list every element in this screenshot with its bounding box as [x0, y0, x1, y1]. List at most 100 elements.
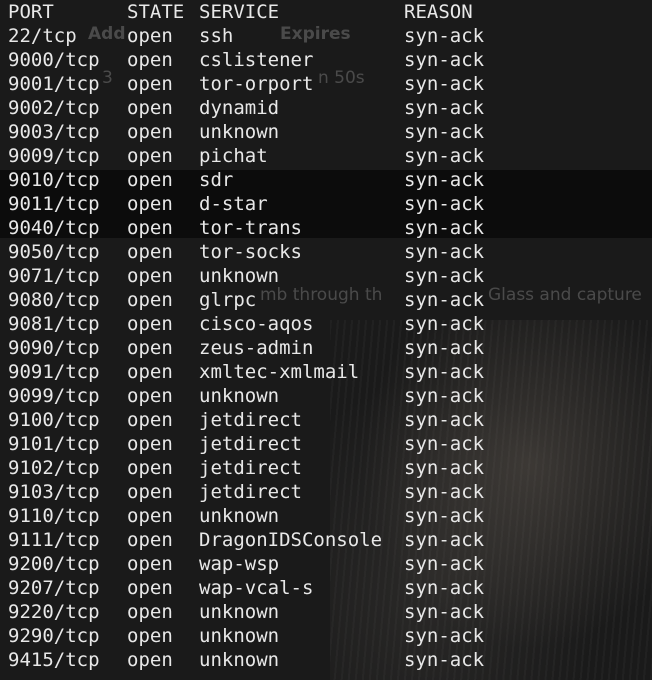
service-cell: tor-orport	[199, 73, 314, 95]
service-cell: unknown	[199, 121, 280, 143]
scan-row: 9103/tcp open jetdirect syn-ack	[0, 480, 652, 504]
reason-cell: syn-ack	[404, 433, 485, 455]
port-cell: 9100/tcp	[8, 409, 100, 431]
port-cell: 9001/tcp	[8, 73, 100, 95]
scan-row: 9110/tcp open unknown syn-ack	[0, 504, 652, 528]
port-cell: 9207/tcp	[8, 577, 100, 599]
state-cell: open	[127, 121, 173, 143]
scan-row: 9200/tcp open wap-wsp syn-ack	[0, 552, 652, 576]
port-cell: 9111/tcp	[8, 529, 100, 551]
scan-row: 9100/tcp open jetdirect syn-ack	[0, 408, 652, 432]
state-cell: open	[127, 265, 173, 287]
reason-cell: syn-ack	[404, 193, 485, 215]
header-reason: REASON	[404, 1, 473, 23]
scan-row: 9009/tcp open pichat syn-ack	[0, 144, 652, 168]
port-cell: 9102/tcp	[8, 457, 100, 479]
service-cell: wap-wsp	[199, 553, 280, 575]
service-cell: dynamid	[199, 97, 280, 119]
port-cell: 9081/tcp	[8, 313, 100, 335]
service-cell: zeus-admin	[199, 337, 314, 359]
reason-cell: syn-ack	[404, 625, 485, 647]
state-cell: open	[127, 601, 173, 623]
port-cell: 9009/tcp	[8, 145, 100, 167]
service-cell: tor-socks	[199, 241, 302, 263]
port-cell: 9003/tcp	[8, 121, 100, 143]
port-cell: 9071/tcp	[8, 265, 100, 287]
reason-cell: syn-ack	[404, 601, 485, 623]
reason-cell: syn-ack	[404, 217, 485, 239]
reason-cell: syn-ack	[404, 97, 485, 119]
terminal-output: PORT STATE SERVICE REASON 22/tcp open ssh s…	[0, 0, 652, 680]
scan-row: 9111/tcp open DragonIDSConsole syn-ack	[0, 528, 652, 552]
service-cell: unknown	[199, 649, 280, 671]
service-cell: wap-vcal-s	[199, 577, 314, 599]
port-cell: 9200/tcp	[8, 553, 100, 575]
state-cell: open	[127, 217, 173, 239]
service-cell: jetdirect	[199, 457, 302, 479]
state-cell: open	[127, 433, 173, 455]
service-cell: unknown	[199, 265, 280, 287]
state-cell: open	[127, 457, 173, 479]
header-service: SERVICE	[199, 1, 280, 23]
reason-cell: syn-ack	[404, 25, 485, 47]
port-cell: 9290/tcp	[8, 625, 100, 647]
reason-cell: syn-ack	[404, 265, 485, 287]
service-cell: unknown	[199, 601, 280, 623]
reason-cell: syn-ack	[404, 145, 485, 167]
service-cell: cisco-aqos	[199, 313, 314, 335]
reason-cell: syn-ack	[404, 289, 485, 311]
state-cell: open	[127, 625, 173, 647]
state-cell: open	[127, 241, 173, 263]
port-cell: 9415/tcp	[8, 649, 100, 671]
scan-header-row: PORT STATE SERVICE REASON	[0, 0, 652, 24]
port-cell: 9220/tcp	[8, 601, 100, 623]
service-cell: unknown	[199, 625, 280, 647]
state-cell: open	[127, 169, 173, 191]
port-cell: 9002/tcp	[8, 97, 100, 119]
service-cell: DragonIDSConsole	[199, 529, 383, 551]
port-cell: 22/tcp	[8, 25, 77, 47]
reason-cell: syn-ack	[404, 505, 485, 527]
service-cell: jetdirect	[199, 481, 302, 503]
service-cell: xmltec-xmlmail	[199, 361, 360, 383]
state-cell: open	[127, 529, 173, 551]
port-cell: 9099/tcp	[8, 385, 100, 407]
port-cell: 9090/tcp	[8, 337, 100, 359]
reason-cell: syn-ack	[404, 313, 485, 335]
state-cell: open	[127, 481, 173, 503]
scan-row: 9010/tcp open sdr syn-ack	[0, 168, 652, 192]
scan-row: 9040/tcp open tor-trans syn-ack	[0, 216, 652, 240]
service-cell: unknown	[199, 505, 280, 527]
port-cell: 9050/tcp	[8, 241, 100, 263]
port-cell: 9110/tcp	[8, 505, 100, 527]
reason-cell: syn-ack	[404, 481, 485, 503]
scan-row: 9000/tcp open cslistener syn-ack	[0, 48, 652, 72]
reason-cell: syn-ack	[404, 649, 485, 671]
state-cell: open	[127, 649, 173, 671]
scan-row: 9415/tcp open unknown syn-ack	[0, 648, 652, 672]
scan-row: 9091/tcp open xmltec-xmlmail syn-ack	[0, 360, 652, 384]
state-cell: open	[127, 25, 173, 47]
state-cell: open	[127, 313, 173, 335]
scan-row: 9090/tcp open zeus-admin syn-ack	[0, 336, 652, 360]
state-cell: open	[127, 289, 173, 311]
reason-cell: syn-ack	[404, 385, 485, 407]
reason-cell: syn-ack	[404, 361, 485, 383]
service-cell: tor-trans	[199, 217, 302, 239]
scan-row: 22/tcp open ssh syn-ack	[0, 24, 652, 48]
scan-row: 9080/tcp open glrpc syn-ack	[0, 288, 652, 312]
scan-row: 9050/tcp open tor-socks syn-ack	[0, 240, 652, 264]
scan-row: 9071/tcp open unknown syn-ack	[0, 264, 652, 288]
state-cell: open	[127, 145, 173, 167]
service-cell: sdr	[199, 169, 234, 191]
service-cell: cslistener	[199, 49, 314, 71]
header-port: PORT	[8, 1, 54, 23]
service-cell: d-star	[199, 193, 268, 215]
reason-cell: syn-ack	[404, 337, 485, 359]
state-cell: open	[127, 385, 173, 407]
reason-cell: syn-ack	[404, 169, 485, 191]
scan-row: 9102/tcp open jetdirect syn-ack	[0, 456, 652, 480]
state-cell: open	[127, 49, 173, 71]
reason-cell: syn-ack	[404, 241, 485, 263]
scan-row: 9002/tcp open dynamid syn-ack	[0, 96, 652, 120]
